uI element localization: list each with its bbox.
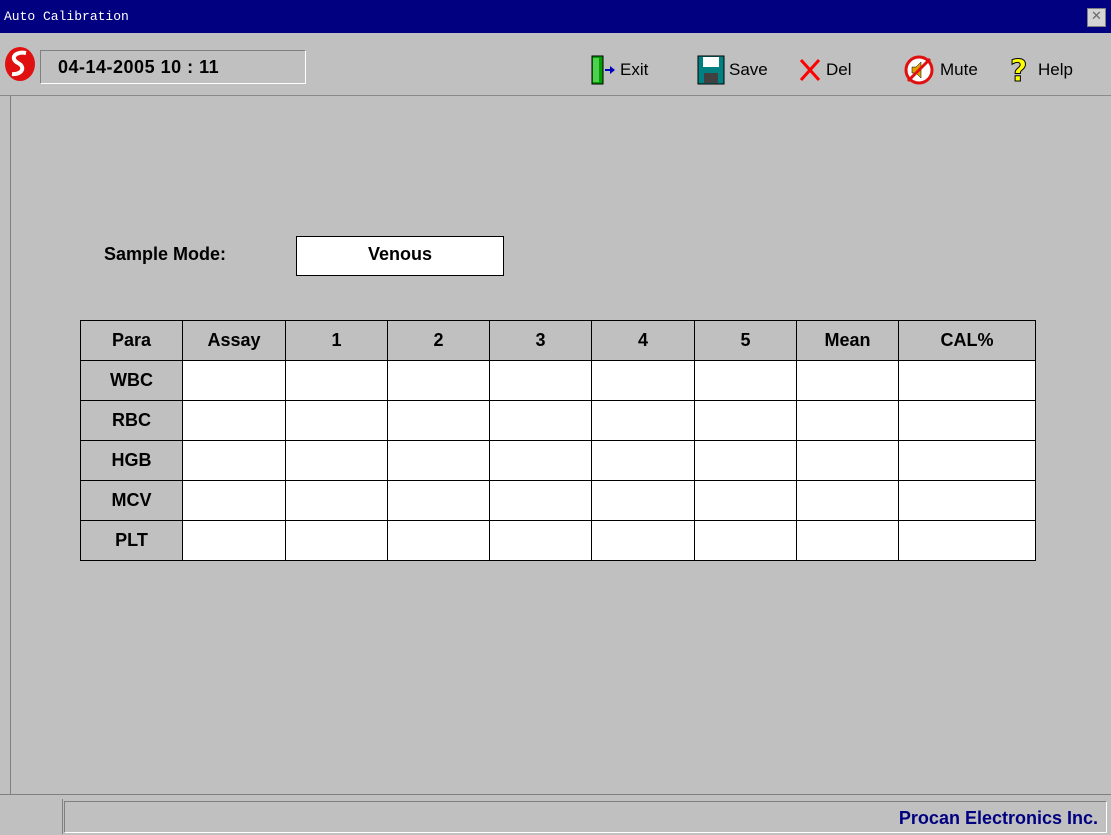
table-header-row: Para Assay 1 2 3 4 5 Mean CAL% (80, 320, 1036, 361)
row-header: PLT (80, 520, 183, 561)
table-cell[interactable] (591, 440, 695, 481)
table-cell[interactable] (591, 520, 695, 561)
table-row: HGB (80, 440, 1036, 481)
table-cell[interactable] (796, 520, 899, 561)
logo-icon (5, 47, 35, 81)
table-cell[interactable] (182, 480, 286, 521)
del-label: Del (826, 60, 852, 79)
table-cell[interactable] (489, 480, 592, 521)
close-icon[interactable]: ✕ (1087, 8, 1106, 27)
column-header: Mean (796, 320, 899, 361)
row-header: WBC (80, 360, 183, 401)
column-header: 1 (285, 320, 388, 361)
table-cell[interactable] (182, 400, 286, 441)
row-header: HGB (80, 440, 183, 481)
title-bar: Auto Calibration ✕ (0, 0, 1111, 33)
exit-label: Exit (620, 60, 649, 79)
table-cell[interactable] (898, 480, 1036, 521)
datetime-display: 04-14-2005 10 : 11 (40, 50, 306, 84)
window-title: Auto Calibration (4, 9, 129, 24)
table-cell[interactable] (489, 360, 592, 401)
status-bar: Procan Electronics Inc. (0, 794, 1111, 835)
table-cell[interactable] (387, 520, 490, 561)
help-question-icon: ? (1010, 54, 1028, 86)
table-cell[interactable] (796, 480, 899, 521)
table-cell[interactable] (182, 440, 286, 481)
toolbar: 04-14-2005 10 : 11 Exit Save Del Mute ? … (0, 33, 1111, 96)
column-header: 2 (387, 320, 490, 361)
mute-button[interactable]: Mute (902, 55, 978, 85)
column-header: CAL% (898, 320, 1036, 361)
company-name: Procan Electronics Inc. (898, 808, 1098, 828)
table-row: PLT (80, 520, 1036, 561)
exit-button[interactable]: Exit (590, 55, 648, 85)
table-cell[interactable] (898, 360, 1036, 401)
row-header: RBC (80, 400, 183, 441)
table-cell[interactable] (694, 400, 797, 441)
column-header: Assay (182, 320, 286, 361)
table-cell[interactable] (796, 360, 899, 401)
table-cell[interactable] (182, 520, 286, 561)
table-cell[interactable] (387, 400, 490, 441)
column-header: 3 (489, 320, 592, 361)
table-cell[interactable] (796, 400, 899, 441)
table-cell[interactable] (387, 480, 490, 521)
mute-speaker-icon (904, 55, 934, 85)
help-label: Help (1038, 60, 1073, 79)
table-cell[interactable] (285, 440, 388, 481)
save-floppy-icon (697, 55, 725, 85)
table-cell[interactable] (591, 480, 695, 521)
save-label: Save (729, 60, 768, 79)
table-row: WBC (80, 360, 1036, 401)
table-cell[interactable] (489, 440, 592, 481)
table-cell[interactable] (694, 440, 797, 481)
table-cell[interactable] (591, 400, 695, 441)
column-header: 4 (591, 320, 695, 361)
sample-mode-label: Sample Mode: (104, 244, 227, 264)
calibration-table: Para Assay 1 2 3 4 5 Mean CAL% WBC RBC H… (80, 320, 1036, 561)
mute-label: Mute (940, 60, 978, 79)
table-cell[interactable] (285, 360, 388, 401)
exit-door-icon (591, 55, 615, 85)
table-cell[interactable] (591, 360, 695, 401)
table-cell[interactable] (694, 520, 797, 561)
column-header: Para (80, 320, 183, 361)
table-cell[interactable] (182, 360, 286, 401)
column-header: 5 (694, 320, 797, 361)
table-cell[interactable] (694, 480, 797, 521)
help-button[interactable]: ? Help (1008, 54, 1073, 86)
table-row: RBC (80, 400, 1036, 441)
table-row: MCV (80, 480, 1036, 521)
sample-mode-field[interactable]: Venous (296, 236, 504, 276)
table-cell[interactable] (285, 400, 388, 441)
save-button[interactable]: Save (697, 55, 768, 85)
table-cell[interactable] (387, 440, 490, 481)
row-header: MCV (80, 480, 183, 521)
table-cell[interactable] (489, 520, 592, 561)
table-cell[interactable] (898, 440, 1036, 481)
table-cell[interactable] (694, 360, 797, 401)
svg-text:?: ? (1010, 54, 1027, 86)
status-panel: Procan Electronics Inc. (64, 801, 1107, 833)
table-cell[interactable] (285, 480, 388, 521)
table-cell[interactable] (898, 400, 1036, 441)
delete-button[interactable]: Del (798, 55, 852, 85)
delete-x-icon (799, 58, 821, 82)
table-cell[interactable] (387, 360, 490, 401)
table-cell[interactable] (285, 520, 388, 561)
table-cell[interactable] (489, 400, 592, 441)
table-cell[interactable] (796, 440, 899, 481)
status-left-panel (0, 799, 63, 834)
table-cell[interactable] (898, 520, 1036, 561)
